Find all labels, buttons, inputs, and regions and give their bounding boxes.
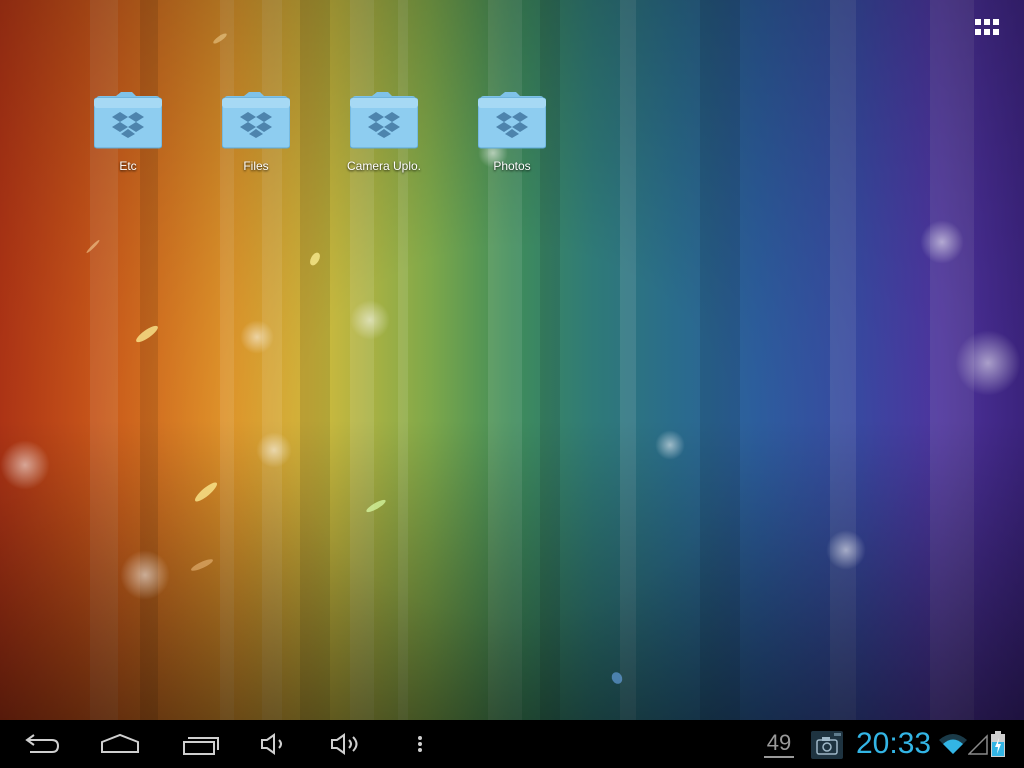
dropbox-folder-icon <box>94 92 162 149</box>
dropbox-folder-icon <box>350 92 418 149</box>
status-clock[interactable]: 20:33 <box>856 726 931 762</box>
folder-label: Files <box>243 159 269 173</box>
volume-up-button[interactable] <box>314 720 374 768</box>
all-apps-button[interactable] <box>968 12 1008 44</box>
back-button[interactable] <box>10 720 70 768</box>
menu-button[interactable] <box>390 720 450 768</box>
volume-down-icon <box>261 733 282 755</box>
system-bar: 49 20:33 <box>0 720 1024 768</box>
folder-label: Photos <box>493 159 531 173</box>
overflow-menu-icon <box>418 736 422 752</box>
dropbox-folder-icon <box>222 92 290 149</box>
folder-camera-uploads[interactable]: Camera Uplo. <box>324 92 444 182</box>
volume-down-button[interactable] <box>244 720 304 768</box>
back-arrow-icon <box>25 734 60 753</box>
screenshot-notification[interactable] <box>810 730 844 760</box>
folder-photos[interactable]: Photos <box>452 92 572 182</box>
dropbox-folder-icon <box>478 92 546 149</box>
folder-label: Etc <box>119 159 137 173</box>
notification-count[interactable]: 49 <box>762 728 796 762</box>
recent-apps-icon <box>183 737 219 755</box>
camera-icon <box>811 731 843 759</box>
android-home-screen: Etc Files Camera Uplo. Photos 49 20:33 <box>0 0 1024 768</box>
recent-apps-button[interactable] <box>170 720 230 768</box>
apps-grid-icon <box>975 19 999 35</box>
folder-etc[interactable]: Etc <box>68 92 188 182</box>
signal-icon <box>968 734 988 755</box>
folder-files[interactable]: Files <box>196 92 316 182</box>
home-icon <box>101 733 139 753</box>
folder-label: Camera Uplo. <box>346 159 422 173</box>
wifi-icon <box>939 734 967 754</box>
notification-count-text: 49 <box>766 730 792 755</box>
battery-charging-icon <box>991 731 1005 757</box>
home-button[interactable] <box>90 720 150 768</box>
volume-up-icon <box>331 733 358 755</box>
